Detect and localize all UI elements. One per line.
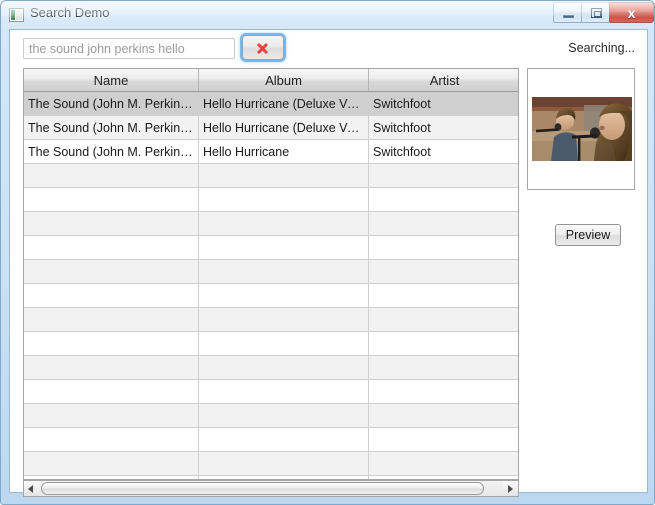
table-header-row: Name Album Artist xyxy=(24,69,518,92)
cell-empty xyxy=(24,259,199,284)
cell-empty xyxy=(24,187,199,212)
cell-empty xyxy=(368,187,518,212)
cell-empty xyxy=(24,355,199,380)
window-title: Search Demo xyxy=(30,5,110,20)
album-artwork-svg xyxy=(532,97,632,161)
table-empty-row[interactable] xyxy=(24,427,518,452)
table-empty-row[interactable] xyxy=(24,355,518,380)
cell-artist: Switchfoot xyxy=(368,91,518,116)
table-empty-row[interactable] xyxy=(24,163,518,188)
minimize-icon xyxy=(563,15,574,18)
cell-empty xyxy=(368,307,518,332)
close-button[interactable]: x xyxy=(609,2,654,23)
cell-empty xyxy=(24,403,199,428)
close-icon: x xyxy=(627,5,636,21)
cell-empty xyxy=(368,379,518,404)
minimize-button[interactable] xyxy=(553,2,582,23)
table-empty-row[interactable] xyxy=(24,403,518,428)
cell-empty xyxy=(368,451,518,476)
table-row[interactable]: The Sound (John M. Perkins' ... Hello Hu… xyxy=(24,115,518,140)
column-header-album[interactable]: Album xyxy=(198,69,369,92)
table-empty-row[interactable] xyxy=(24,451,518,476)
scroll-left-icon[interactable] xyxy=(24,481,39,496)
table-empty-rows xyxy=(24,163,518,479)
table-empty-row[interactable] xyxy=(24,211,518,236)
cell-empty xyxy=(368,211,518,236)
cell-empty xyxy=(198,379,369,404)
cell-empty xyxy=(368,403,518,428)
table-empty-row[interactable] xyxy=(24,331,518,356)
app-window-icon xyxy=(9,8,24,22)
cell-empty xyxy=(24,283,199,308)
results-table-container[interactable]: Name Album Artist The Sound (John M. Per… xyxy=(23,68,519,480)
cell-empty xyxy=(24,211,199,236)
cell-empty xyxy=(368,259,518,284)
horizontal-scrollbar[interactable] xyxy=(23,480,519,497)
table-empty-row[interactable] xyxy=(24,235,518,260)
search-input[interactable] xyxy=(23,38,235,59)
cell-empty xyxy=(24,163,199,188)
preview-panel xyxy=(527,68,635,190)
table-empty-row[interactable] xyxy=(24,259,518,284)
window-controls: x xyxy=(553,2,654,24)
cell-empty xyxy=(368,283,518,308)
restore-icon xyxy=(591,8,602,18)
table-empty-row[interactable] xyxy=(24,187,518,212)
application-window: Search Demo x Searching... xyxy=(0,0,655,505)
cell-empty xyxy=(368,235,518,260)
cell-empty xyxy=(24,331,199,356)
clear-search-button[interactable] xyxy=(242,35,284,60)
search-toolbar: Searching... xyxy=(10,30,647,66)
table-row[interactable]: The Sound (John M. Perkins ... Hello Hur… xyxy=(24,91,518,116)
cell-name: The Sound (John M. Perkins ... xyxy=(24,91,199,116)
cell-album: Hello Hurricane (Deluxe Versi... xyxy=(198,115,369,140)
cell-empty xyxy=(24,307,199,332)
cell-empty xyxy=(198,451,369,476)
table-row[interactable]: The Sound (John M. Perkins' ... Hello Hu… xyxy=(24,139,518,164)
preview-button[interactable]: Preview xyxy=(555,224,621,246)
table-empty-row[interactable] xyxy=(24,307,518,332)
cell-empty xyxy=(198,283,369,308)
cell-album: Hello Hurricane (Deluxe Versi... xyxy=(198,91,369,116)
cell-empty xyxy=(24,427,199,452)
cell-empty xyxy=(198,163,369,188)
table-empty-row[interactable] xyxy=(24,283,518,308)
table-body: The Sound (John M. Perkins ... Hello Hur… xyxy=(24,91,518,164)
cell-empty xyxy=(198,187,369,212)
scroll-right-icon[interactable] xyxy=(503,481,518,496)
cell-empty xyxy=(198,259,369,284)
client-area: Searching... Name Album Artist The Sound… xyxy=(9,29,648,497)
cell-album: Hello Hurricane xyxy=(198,139,369,164)
cell-artist: Switchfoot xyxy=(368,139,518,164)
cell-empty xyxy=(198,403,369,428)
cell-empty xyxy=(368,163,518,188)
maximize-restore-button[interactable] xyxy=(581,2,610,23)
cell-empty xyxy=(24,235,199,260)
table-empty-row[interactable] xyxy=(24,379,518,404)
cell-artist: Switchfoot xyxy=(368,115,518,140)
cell-name: The Sound (John M. Perkins' ... xyxy=(24,115,199,140)
cell-empty xyxy=(368,331,518,356)
title-bar: Search Demo x xyxy=(1,1,654,29)
red-x-icon xyxy=(256,42,269,55)
cell-empty xyxy=(198,427,369,452)
cell-empty xyxy=(198,355,369,380)
cell-empty xyxy=(24,451,199,476)
cell-empty xyxy=(198,307,369,332)
scrollbar-thumb[interactable] xyxy=(41,482,484,495)
cell-empty xyxy=(368,355,518,380)
cell-empty xyxy=(198,211,369,236)
column-header-artist[interactable]: Artist xyxy=(368,69,518,92)
cell-empty xyxy=(198,331,369,356)
album-artwork-image xyxy=(532,97,632,161)
cell-empty xyxy=(368,427,518,452)
column-header-name[interactable]: Name xyxy=(24,69,199,92)
cell-name: The Sound (John M. Perkins' ... xyxy=(24,139,199,164)
cell-empty xyxy=(198,235,369,260)
status-label: Searching... xyxy=(568,41,635,55)
cell-empty xyxy=(24,379,199,404)
results-table: Name Album Artist The Sound (John M. Per… xyxy=(24,69,518,479)
